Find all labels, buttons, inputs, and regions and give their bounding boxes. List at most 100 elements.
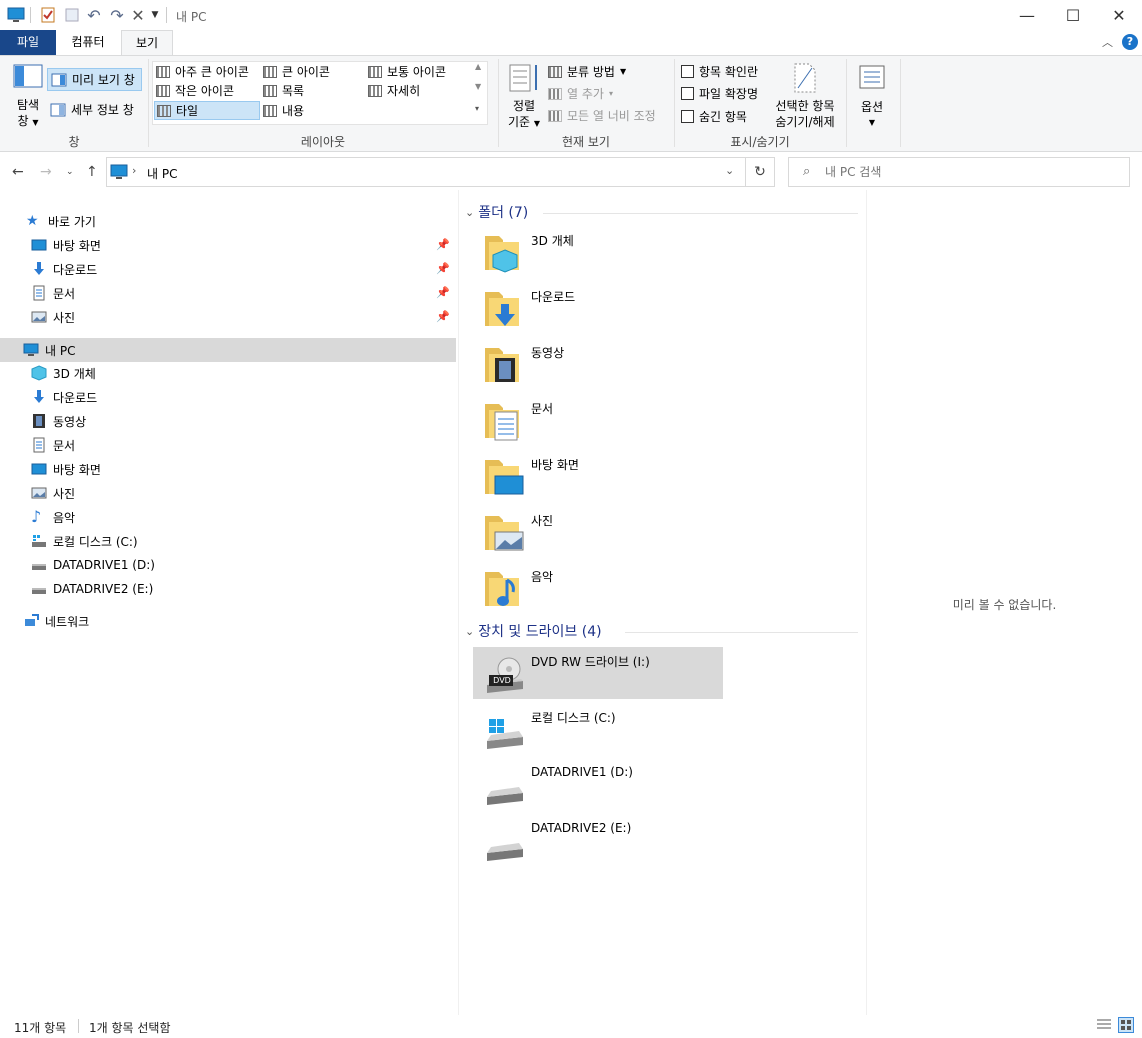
checkbox[interactable] [681, 87, 694, 100]
search-input[interactable] [825, 163, 1115, 181]
file-extensions-toggle[interactable]: 파일 확장명 [681, 84, 758, 103]
separator [900, 59, 901, 147]
folder-tile-music[interactable]: 음악 [473, 562, 723, 614]
nav-quick-documents[interactable]: 문서 📌 [0, 281, 456, 305]
minimize-button[interactable]: — [1004, 0, 1050, 30]
tab-computer[interactable]: 컴퓨터 [58, 30, 118, 55]
nav-local-disk-c[interactable]: 로컬 디스크 (C:) [0, 529, 456, 553]
folder-tile-documents[interactable]: 문서 [473, 394, 723, 446]
layout-small-icons[interactable]: 작은 아이콘 [156, 81, 234, 100]
nav-network[interactable]: 네트워크 [0, 609, 456, 633]
up-button[interactable]: ↑ [86, 164, 98, 180]
nav-datadrive1[interactable]: DATADRIVE1 (D:) [0, 553, 456, 577]
collapse-icon[interactable]: ⌄ [465, 625, 474, 638]
nav-documents[interactable]: 문서 [0, 433, 456, 457]
layout-medium-icons[interactable]: 보통 아이콘 [368, 62, 446, 81]
file-view: ⌄ 폴더 (7) 3D 개체 다운로드 동영상 문서 바탕 화면 사진 음악 ⌄… [459, 190, 866, 1015]
tile-label: DVD RW 드라이브 (I:) [531, 655, 650, 669]
nav-music[interactable]: ♪ 음악 [0, 505, 456, 529]
gallery-scroll-down-icon[interactable]: ▼ [475, 82, 481, 92]
gallery-more-icon[interactable]: ▾ [475, 104, 479, 114]
layout-extra-large-icons[interactable]: 아주 큰 아이콘 [156, 62, 249, 81]
nav-quick-pictures[interactable]: 사진 📌 [0, 305, 456, 329]
breadcrumb-separator-icon[interactable]: › [132, 164, 136, 177]
group-divider [543, 213, 858, 214]
address-box[interactable]: › 내 PC ⌄ [106, 157, 746, 187]
pin-icon[interactable]: 📌 [436, 238, 450, 251]
layout-tiles[interactable]: 타일 [154, 101, 260, 120]
nav-videos[interactable]: 동영상 [0, 409, 456, 433]
search-box[interactable]: ⌕ [788, 157, 1130, 187]
preview-pane-button[interactable]: 미리 보기 창 [47, 68, 142, 91]
add-column-button[interactable]: 열 추가 ▾ [548, 84, 613, 103]
folder-tile-pictures[interactable]: 사진 [473, 506, 723, 558]
navigation-pane-button[interactable]: 탐색 창 ▼ [8, 64, 48, 131]
pin-icon[interactable]: 📌 [436, 286, 450, 299]
pictures-icon [31, 311, 47, 323]
layout-content[interactable]: 내용 [263, 101, 304, 120]
item-checkboxes-toggle[interactable]: 항목 확인란 [681, 62, 758, 81]
nav-3d-objects[interactable]: 3D 개체 [0, 361, 456, 385]
maximize-button[interactable]: ☐ [1050, 0, 1096, 30]
nav-quick-desktop[interactable]: 바탕 화면 📌 [0, 233, 456, 257]
sort-by-button[interactable]: 정렬 기준 ▼ [503, 62, 545, 132]
folder-tile-downloads[interactable]: 다운로드 [473, 282, 723, 334]
details-pane-button[interactable]: 세부 정보 창 [50, 100, 134, 119]
customize-qat-icon[interactable]: ▼ [149, 6, 161, 24]
group-label-current-view: 현재 보기 [562, 135, 610, 149]
separator [30, 7, 31, 23]
help-icon[interactable]: ? [1122, 34, 1138, 50]
nav-this-pc[interactable]: 내 PC [0, 338, 456, 362]
checkbox[interactable] [681, 110, 694, 123]
details-view-icon[interactable] [1096, 1018, 1112, 1032]
fit-columns-button[interactable]: 모든 열 너비 조정 [548, 106, 656, 125]
delete-icon[interactable]: ✕ [128, 6, 148, 25]
nav-quick-downloads[interactable]: 다운로드 📌 [0, 257, 456, 281]
undo-icon[interactable]: ↶ [84, 6, 104, 25]
back-button[interactable]: ← [12, 164, 24, 180]
properties-icon[interactable] [38, 6, 58, 24]
folder-tile-desktop[interactable]: 바탕 화면 [473, 450, 723, 502]
folder-tile-videos[interactable]: 동영상 [473, 338, 723, 390]
redo-icon[interactable]: ↷ [107, 6, 127, 25]
close-button[interactable]: ✕ [1096, 0, 1142, 30]
gallery-scroll-up-icon[interactable]: ▲ [475, 62, 481, 72]
drive-tile-dvd[interactable]: DVD DVD RW 드라이브 (I:) [473, 647, 723, 699]
hide-selected-icon [794, 63, 816, 93]
nav-quick-access[interactable]: ★ 바로 가기 [0, 209, 456, 233]
nav-desktop[interactable]: 바탕 화면 [0, 457, 456, 481]
pin-icon[interactable]: 📌 [436, 262, 450, 275]
collapse-ribbon-icon[interactable]: ︿ [1102, 34, 1113, 50]
folder-tile-3d-objects[interactable]: 3D 개체 [473, 226, 723, 278]
drive-tile-datadrive2[interactable]: DATADRIVE2 (E:) [473, 815, 723, 867]
tab-view[interactable]: 보기 [121, 30, 173, 56]
breadcrumb[interactable]: 내 PC [147, 165, 177, 182]
hide-selected-button[interactable]: 선택한 항목 숨기기/해제 [770, 62, 840, 130]
refresh-button[interactable]: ↻ [745, 157, 775, 187]
nav-datadrive2[interactable]: DATADRIVE2 (E:) [0, 577, 456, 601]
layout-details[interactable]: 자세히 [368, 81, 420, 100]
nav-downloads[interactable]: 다운로드 [0, 385, 456, 409]
drive-tile-local-c[interactable]: 로컬 디스크 (C:) [473, 703, 723, 755]
folder-downloads-icon [485, 292, 519, 326]
drive-tile-datadrive1[interactable]: DATADRIVE1 (D:) [473, 759, 723, 811]
collapse-icon[interactable]: ⌄ [465, 206, 474, 219]
recent-locations-icon[interactable]: ⌄ [66, 167, 74, 177]
new-folder-icon[interactable] [62, 6, 82, 24]
nav-pictures[interactable]: 사진 [0, 481, 456, 505]
tab-file[interactable]: 파일 [0, 30, 56, 55]
layout-list[interactable]: 목록 [263, 81, 304, 100]
extra-large-icons-icon [156, 65, 170, 78]
drives-group-header[interactable]: ⌄ 장치 및 드라이브 (4) [465, 621, 602, 641]
forward-button[interactable]: → [40, 164, 52, 180]
checkbox[interactable] [681, 65, 694, 78]
pin-icon[interactable]: 📌 [436, 310, 450, 323]
layout-large-icons[interactable]: 큰 아이콘 [263, 62, 330, 81]
hidden-items-toggle[interactable]: 숨긴 항목 [681, 107, 747, 126]
nav-pane-label-2: 창 ▼ [17, 114, 39, 128]
folders-group-header[interactable]: ⌄ 폴더 (7) [465, 202, 528, 222]
large-icons-view-icon[interactable] [1118, 1017, 1134, 1033]
address-dropdown-icon[interactable]: ⌄ [725, 164, 734, 177]
group-by-button[interactable]: 분류 방법 ▼ [548, 62, 626, 81]
options-button[interactable]: 옵션 ▼ [852, 64, 892, 131]
